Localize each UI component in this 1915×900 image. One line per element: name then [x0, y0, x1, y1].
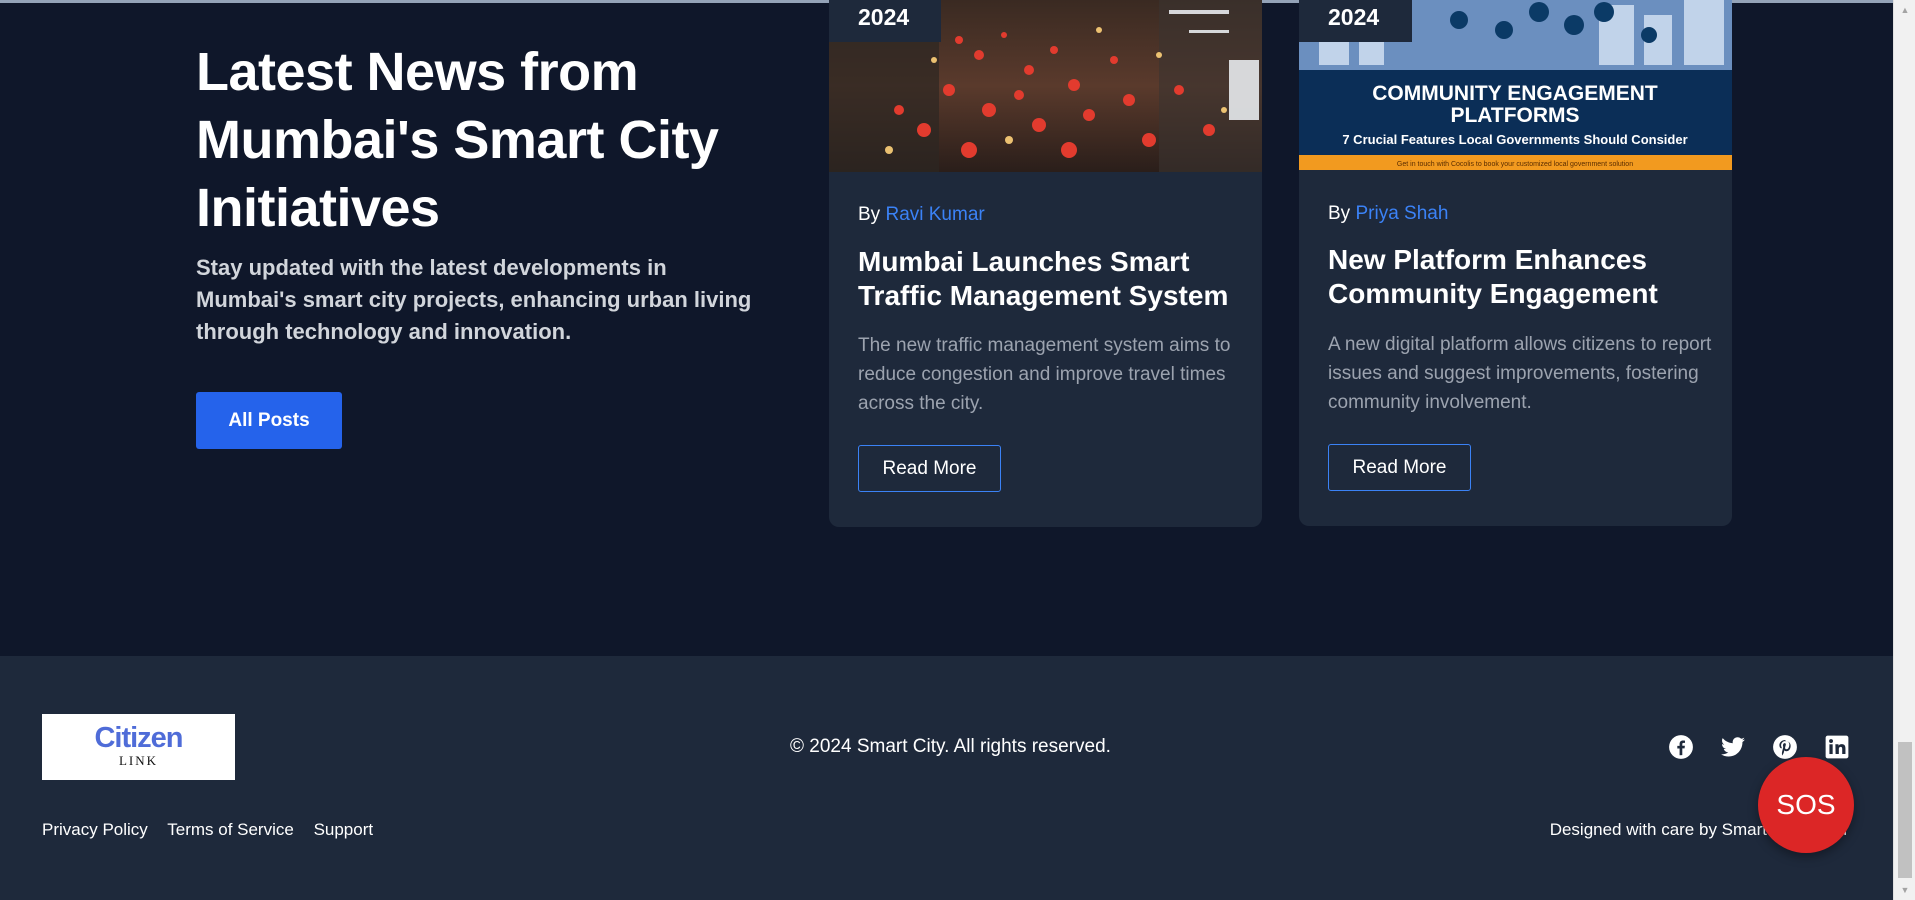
logo-sub-text: LINK — [118, 753, 159, 768]
sos-button[interactable]: SOS — [1758, 757, 1854, 853]
banner-heading-1: COMMUNITY ENGAGEMENT — [1372, 82, 1658, 105]
byline-prefix: By — [1328, 203, 1351, 224]
footer-nav: Privacy Policy Terms of Service Support — [42, 820, 388, 840]
news-card: COMMUNITY ENGAGEMENT PLATFORMS 7 Crucial… — [1299, 0, 1732, 526]
facebook-icon[interactable] — [1668, 734, 1694, 760]
post-title[interactable]: Mumbai Launches Smart Traffic Management… — [858, 245, 1248, 313]
privacy-policy-link[interactable]: Privacy Policy — [42, 820, 148, 839]
banner-subheading: 7 Crucial Features Local Governments Sho… — [1342, 132, 1687, 147]
page-scrollbar[interactable]: ▲ ▼ — [1893, 0, 1915, 900]
author-link[interactable]: Priya Shah — [1355, 203, 1448, 224]
author-link[interactable]: Ravi Kumar — [885, 204, 984, 225]
terms-of-service-link[interactable]: Terms of Service — [167, 820, 294, 839]
byline-prefix: By — [858, 204, 881, 225]
read-more-button[interactable]: Read More — [858, 445, 1001, 492]
pinterest-icon[interactable] — [1772, 734, 1798, 760]
banner-footnote: Get in touch with Cocolis to book your c… — [1397, 161, 1633, 168]
page-description: Stay updated with the latest development… — [196, 255, 752, 344]
news-card: 2024 By Ravi Kumar Mumbai Launches Smart… — [829, 0, 1262, 527]
year-badge: 2024 — [1299, 0, 1412, 42]
twitter-icon[interactable] — [1720, 734, 1746, 760]
post-description: The new traffic management system aims t… — [858, 335, 1231, 414]
read-more-button[interactable]: Read More — [1328, 444, 1471, 491]
logo-main-text: Citizen — [94, 722, 183, 754]
scroll-thumb[interactable] — [1898, 742, 1912, 878]
scroll-down-arrow-icon[interactable]: ▼ — [1894, 880, 1915, 900]
support-link[interactable]: Support — [314, 820, 374, 839]
banner-heading-2: PLATFORMS — [1450, 104, 1579, 127]
post-description: A new digital platform allows citizens t… — [1328, 334, 1712, 413]
all-posts-button[interactable]: All Posts — [196, 392, 342, 449]
byline: By Priya Shah — [1328, 203, 1448, 225]
citizen-link-logo[interactable]: Citizen LINK — [42, 714, 235, 780]
scroll-up-arrow-icon[interactable]: ▲ — [1894, 0, 1915, 20]
post-title[interactable]: New Platform Enhances Community Engageme… — [1328, 243, 1718, 311]
page-title: Latest News from Mumbai's Smart City Ini… — [196, 42, 719, 238]
byline: By Ravi Kumar — [858, 204, 985, 226]
year-badge: 2024 — [829, 0, 941, 42]
footer: Citizen LINK © 2024 Smart City. All righ… — [0, 656, 1893, 900]
linkedin-icon[interactable] — [1824, 734, 1850, 760]
copyright-text: © 2024 Smart City. All rights reserved. — [790, 736, 1111, 757]
